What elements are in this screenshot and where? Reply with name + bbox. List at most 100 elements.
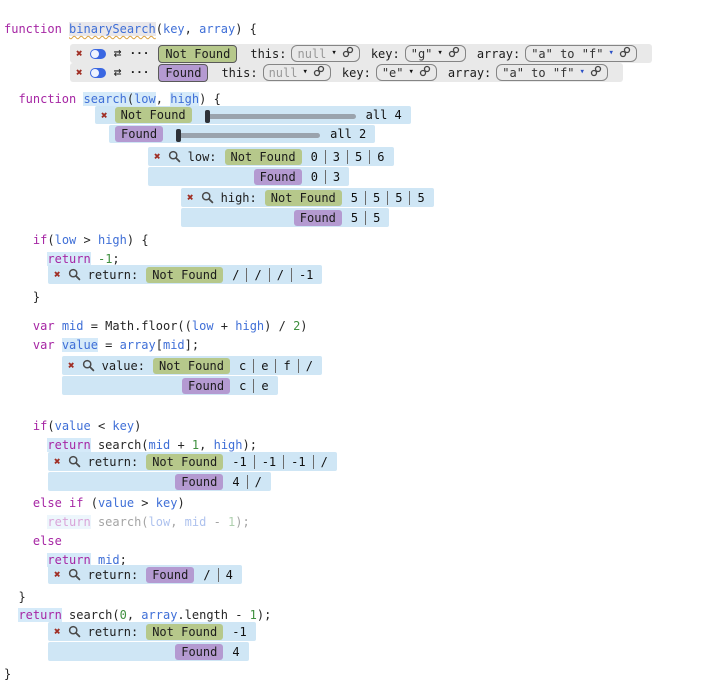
swap-arrows-icon[interactable]: ⇄ — [114, 46, 122, 61]
instrumented-token[interactable]: return — [18, 608, 61, 622]
query-badge-purple[interactable]: Found — [254, 169, 302, 185]
close-icon[interactable]: ✖ — [76, 47, 83, 60]
field-label: key: — [342, 66, 371, 80]
instrumented-token[interactable]: search — [83, 92, 126, 106]
code-token: ( — [47, 419, 54, 433]
query-badge-green[interactable]: Not Found — [146, 454, 223, 470]
value-separator — [325, 170, 326, 184]
probe-label: value: — [102, 359, 145, 373]
trace-slider[interactable] — [177, 133, 320, 138]
link-icon[interactable] — [619, 46, 631, 61]
value-separator — [409, 191, 410, 205]
close-icon[interactable]: ✖ — [54, 455, 61, 468]
probe-value: 4 — [232, 645, 239, 659]
link-icon[interactable] — [313, 65, 325, 80]
query-badge-purple[interactable]: Found — [115, 126, 163, 142]
chevron-down-icon[interactable]: ▾ — [409, 68, 414, 77]
code-token: + — [170, 438, 192, 452]
instrumented-token[interactable]: binarySearch — [69, 22, 156, 36]
value-dropdown[interactable]: "a" to "f"▾ — [525, 45, 637, 62]
toggle-switch[interactable] — [90, 68, 106, 78]
slider-handle[interactable] — [176, 129, 181, 142]
query-badge-purple[interactable]: Found — [294, 210, 342, 226]
code-line: else if (value > key) — [33, 494, 185, 513]
instrumented-token[interactable]: high — [170, 92, 199, 106]
instrumented-token[interactable]: value — [62, 338, 98, 352]
code-token: -1 — [98, 252, 112, 266]
query-badge-green[interactable]: Not Found — [225, 149, 302, 165]
value-dropdown[interactable]: null▾ — [291, 45, 359, 62]
code-token: key — [163, 22, 185, 36]
more-options-icon[interactable]: ··· — [129, 47, 149, 60]
swap-arrows-icon[interactable]: ⇄ — [114, 65, 122, 80]
code-token: ); — [257, 608, 271, 622]
magnifier-icon[interactable] — [68, 568, 81, 581]
query-badge-purple[interactable]: Found — [158, 64, 208, 82]
value-dropdown[interactable]: null ▾ — [263, 64, 331, 81]
close-icon[interactable]: ✖ — [101, 109, 108, 122]
code-line: else — [33, 532, 62, 551]
value-dropdown[interactable]: "g"▾ — [405, 45, 466, 62]
magnifier-icon[interactable] — [68, 268, 81, 281]
code-token: function — [18, 92, 83, 106]
query-badge-green[interactable]: Not Found — [146, 267, 223, 283]
instrument-row: ✖⇄···Foundthis:null▾key:"e"▾array:"a" to… — [70, 63, 623, 82]
close-icon[interactable]: ✖ — [76, 66, 83, 79]
instrumented-token[interactable]: low — [134, 92, 156, 106]
instrumented-token[interactable]: return — [47, 438, 90, 452]
close-icon[interactable]: ✖ — [68, 359, 75, 372]
code-token: key — [112, 419, 134, 433]
link-icon[interactable] — [419, 65, 431, 80]
slider-handle[interactable] — [205, 110, 210, 123]
query-badge-green[interactable]: Not Found — [115, 107, 192, 123]
query-badge-purple[interactable]: Found — [175, 644, 223, 660]
code-token: high — [235, 319, 264, 333]
probe-value: / — [306, 359, 313, 373]
value-dropdown[interactable]: "e"▾ — [376, 64, 437, 81]
chevron-down-icon[interactable]: ▾ — [608, 49, 613, 58]
instrumented-token[interactable]: return — [47, 515, 90, 529]
link-icon[interactable] — [342, 46, 354, 61]
query-badge-green[interactable]: Not Found — [265, 190, 342, 206]
probe-row-return-outer: Found 4 — [48, 642, 249, 661]
chevron-down-icon[interactable]: ▾ — [580, 68, 585, 77]
chevron-down-icon[interactable]: ▾ — [302, 68, 307, 77]
probe-value: 5 — [395, 191, 402, 205]
close-icon[interactable]: ✖ — [54, 625, 61, 638]
instrumented-token[interactable]: ( — [127, 92, 134, 106]
query-badge-purple[interactable]: Found — [182, 378, 230, 394]
probe-row-high: ✖high:Not Found5555 — [181, 188, 434, 207]
query-badge-green[interactable]: Not Found — [146, 624, 223, 640]
close-icon[interactable]: ✖ — [54, 268, 61, 281]
magnifier-icon[interactable] — [68, 455, 81, 468]
query-badge-purple[interactable]: Found — [146, 567, 194, 583]
code-token: , — [185, 22, 199, 36]
close-icon[interactable]: ✖ — [54, 568, 61, 581]
toggle-switch[interactable] — [90, 49, 106, 59]
chevron-down-icon[interactable]: ▾ — [437, 49, 442, 58]
link-icon[interactable] — [590, 65, 602, 80]
link-icon[interactable] — [448, 46, 460, 61]
trace-slider[interactable] — [206, 114, 356, 119]
instrumented-token[interactable]: return — [47, 252, 90, 266]
query-badge-purple[interactable]: Found — [175, 474, 223, 490]
code-token: ) — [300, 319, 307, 333]
probe-row-value: Foundce — [62, 376, 278, 395]
code-token: low — [149, 515, 171, 529]
dropdown-value: null — [269, 66, 298, 80]
value-dropdown[interactable]: "a" to "f"▾ — [496, 64, 608, 81]
chevron-down-icon[interactable]: ▾ — [331, 49, 336, 58]
query-badge-green[interactable]: Not Found — [153, 358, 230, 374]
magnifier-icon[interactable] — [201, 191, 214, 204]
trace-slider-row: ✖Not Foundall 4 — [95, 106, 411, 124]
close-icon[interactable]: ✖ — [154, 150, 161, 163]
value-separator — [365, 211, 366, 225]
probe-row-return-outer: ✖return:Not Found-1 — [48, 622, 256, 641]
more-options-icon[interactable]: ··· — [129, 66, 149, 79]
query-badge-green[interactable]: Not Found — [158, 45, 237, 63]
magnifier-icon[interactable] — [82, 359, 95, 372]
magnifier-icon[interactable] — [68, 625, 81, 638]
close-icon[interactable]: ✖ — [187, 191, 194, 204]
code-token: ( — [156, 22, 163, 36]
magnifier-icon[interactable] — [168, 150, 181, 163]
